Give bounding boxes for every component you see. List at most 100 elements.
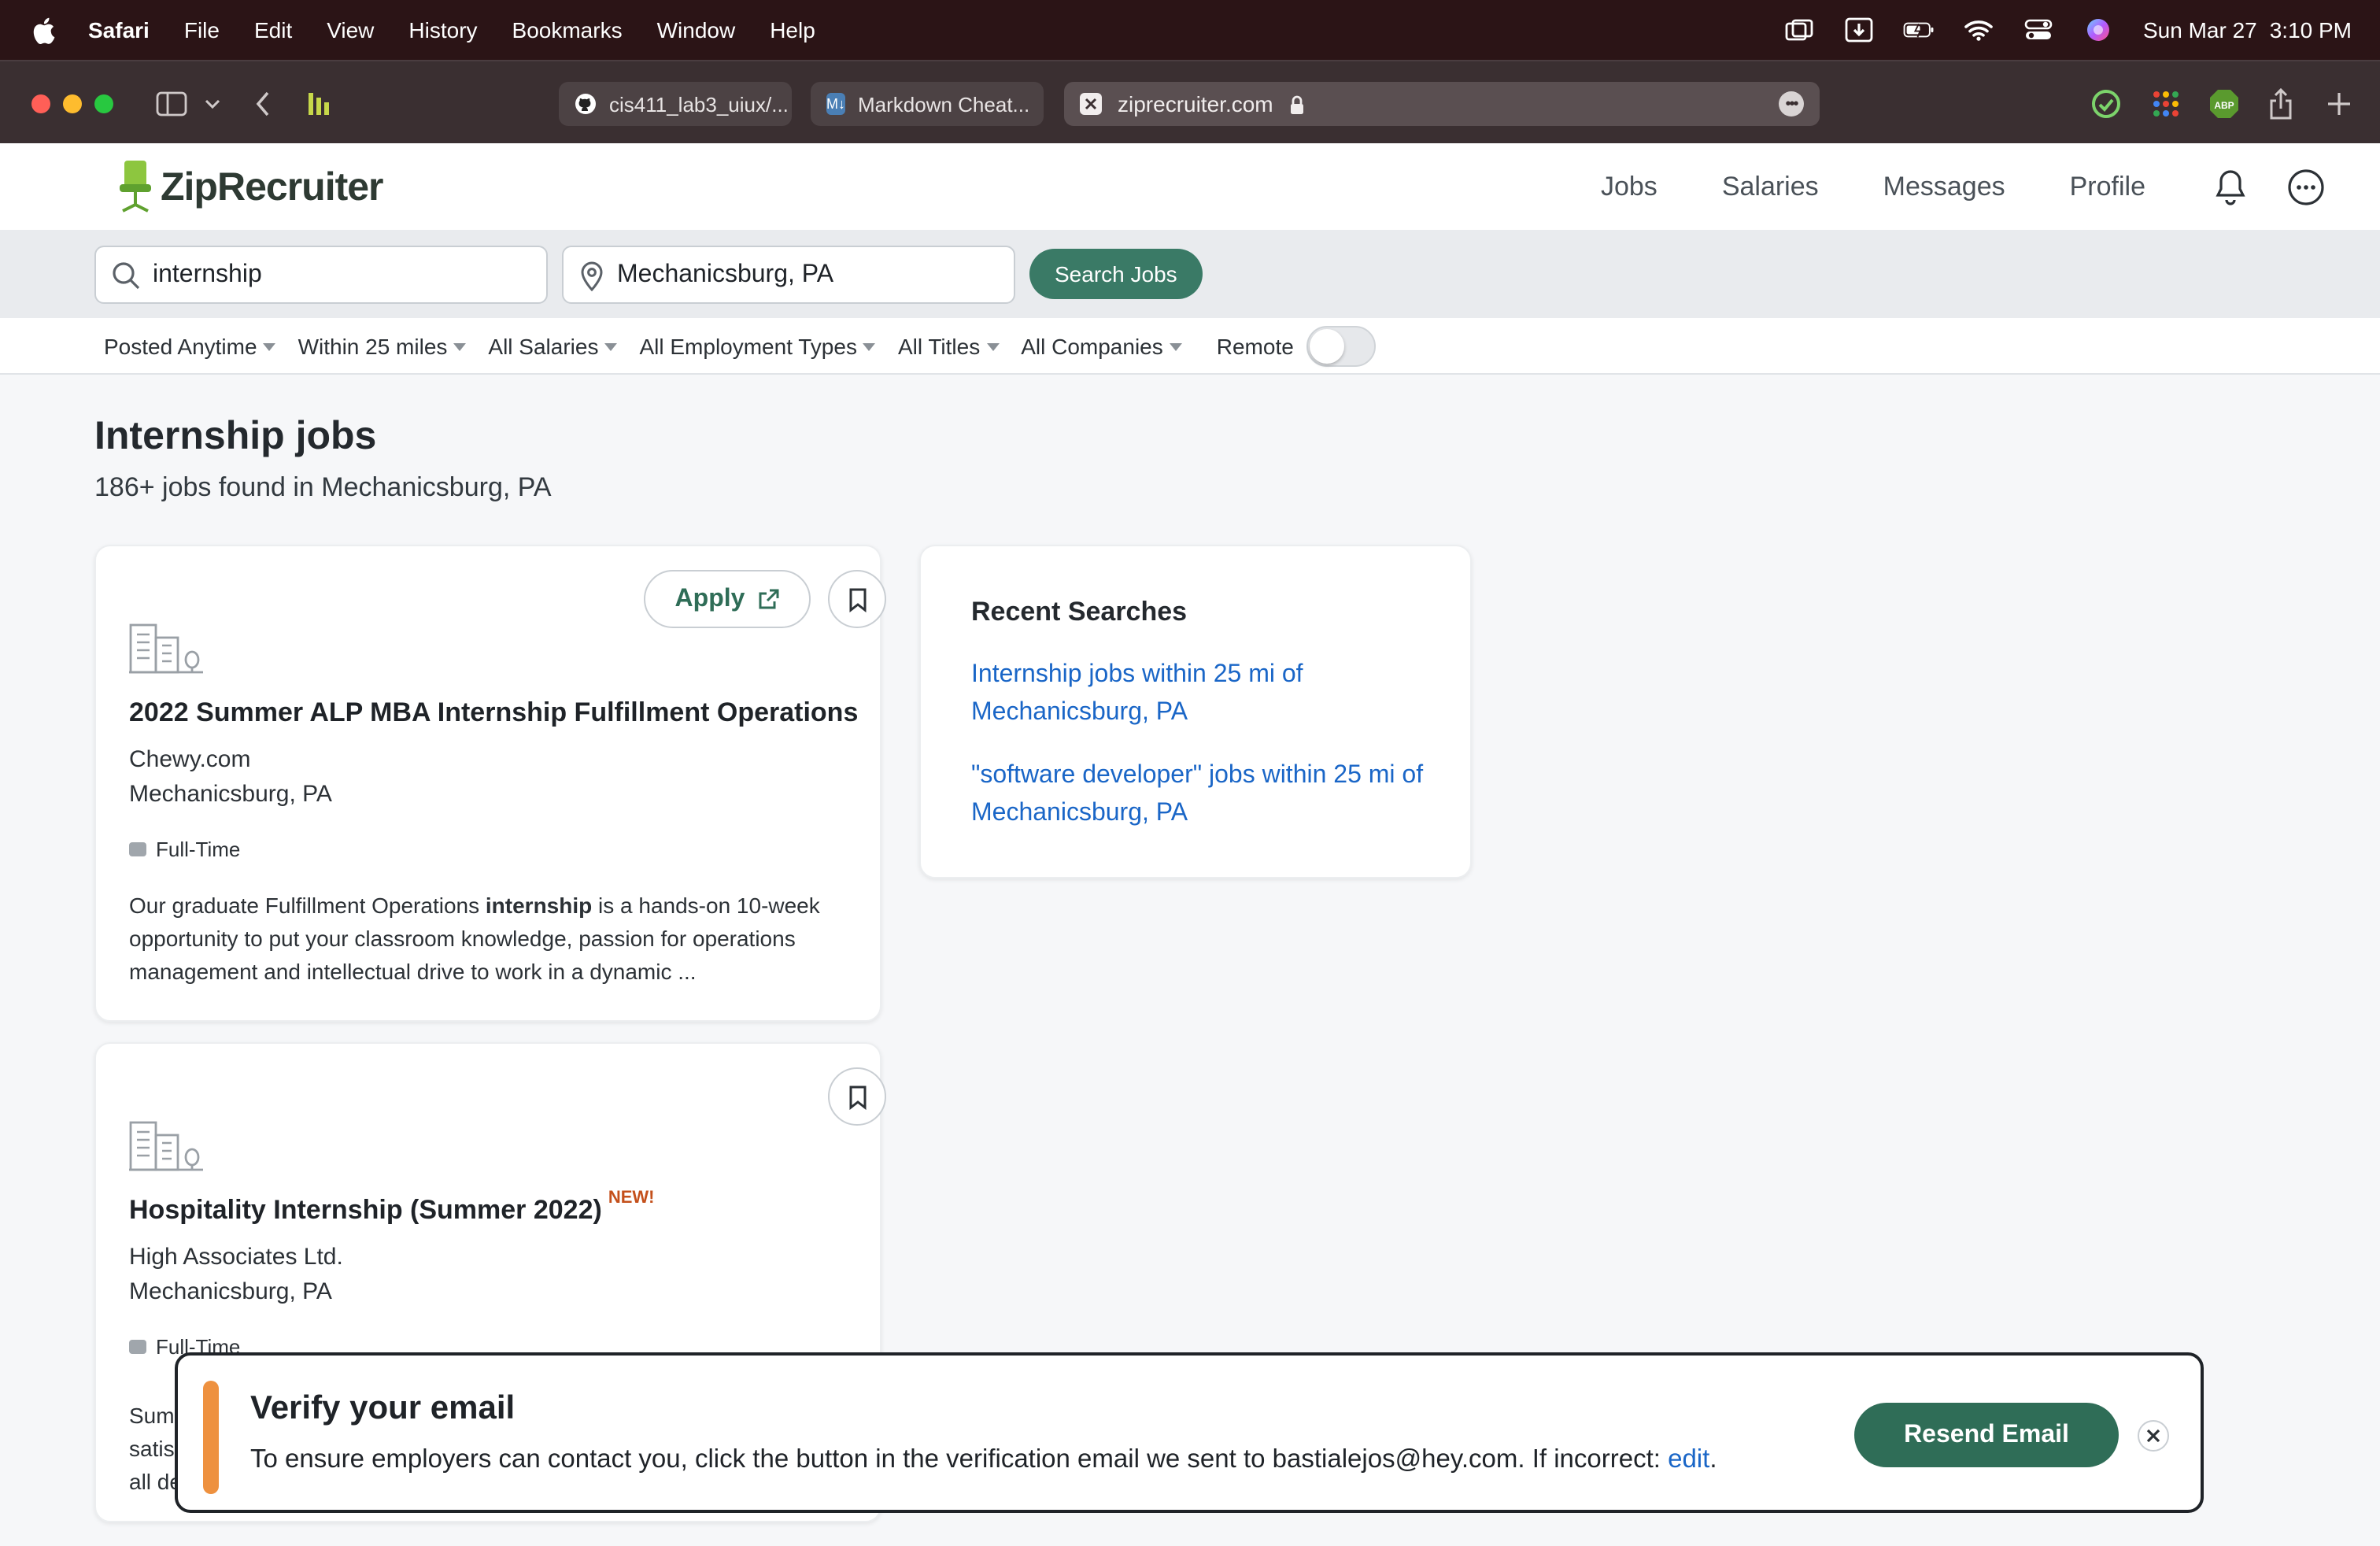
menu-window[interactable]: Window bbox=[657, 17, 736, 43]
back-icon[interactable] bbox=[246, 88, 280, 120]
location-input[interactable]: Mechanicsburg, PA bbox=[562, 246, 1015, 304]
company-name[interactable]: High Associates Ltd. bbox=[129, 1244, 343, 1270]
filter-salary[interactable]: All Salaries bbox=[488, 333, 618, 358]
tab-label: Markdown Cheat... bbox=[858, 92, 1030, 116]
window-controls bbox=[31, 94, 113, 113]
bookmark-icon bbox=[848, 1084, 867, 1109]
tab-markdown[interactable]: M↓ Markdown Cheat... bbox=[811, 82, 1044, 126]
recent-search-link[interactable]: "software developer" jobs within 25 mi o… bbox=[971, 757, 1443, 833]
adblock-plus-icon[interactable]: ABP bbox=[2207, 88, 2241, 120]
external-link-icon bbox=[757, 588, 779, 610]
nav-jobs[interactable]: Jobs bbox=[1601, 171, 1658, 202]
browser-toolbar: cis411_lab3_uiux/... M↓ Markdown Cheat..… bbox=[0, 60, 2380, 143]
location-value: Mechanicsburg, PA bbox=[617, 261, 834, 287]
remote-label: Remote bbox=[1216, 333, 1294, 358]
job-type: Full-Time bbox=[129, 838, 240, 861]
menu-history[interactable]: History bbox=[408, 17, 477, 43]
filter-posted[interactable]: Posted Anytime bbox=[104, 333, 276, 358]
remote-toggle[interactable] bbox=[1306, 325, 1376, 366]
keyword-input[interactable]: internship bbox=[94, 246, 548, 304]
job-location: Mechanicsburg, PA bbox=[129, 1278, 332, 1305]
menu-file[interactable]: File bbox=[184, 17, 220, 43]
logo-text: ZipRecruiter bbox=[161, 165, 384, 209]
menu-bookmarks[interactable]: Bookmarks bbox=[512, 17, 623, 43]
menu-safari[interactable]: Safari bbox=[88, 17, 150, 43]
verify-email-banner: Verify your email To ensure employers ca… bbox=[175, 1352, 2204, 1513]
apply-label: Apply bbox=[674, 585, 745, 612]
save-job-button[interactable] bbox=[828, 1067, 886, 1126]
wifi-icon[interactable] bbox=[1964, 17, 1995, 43]
filter-employment-type[interactable]: All Employment Types bbox=[639, 333, 876, 358]
github-icon bbox=[575, 93, 597, 115]
tab-github[interactable]: cis411_lab3_uiux/... bbox=[559, 82, 792, 126]
nav-profile[interactable]: Profile bbox=[2070, 171, 2145, 202]
menubar-date[interactable]: Sun Mar 27 bbox=[2143, 17, 2257, 43]
menu-view[interactable]: View bbox=[327, 17, 374, 43]
apply-button[interactable]: Apply bbox=[644, 570, 811, 628]
resend-email-button[interactable]: Resend Email bbox=[1854, 1403, 2119, 1467]
recent-searches-title: Recent Searches bbox=[971, 597, 1188, 627]
address-bar[interactable]: ziprecruiter.com ••• bbox=[1064, 82, 1820, 126]
job-title[interactable]: 2022 Summer ALP MBA Internship Fulfillme… bbox=[129, 697, 858, 729]
caret-down-icon bbox=[453, 342, 467, 350]
lock-icon bbox=[1289, 94, 1305, 114]
close-banner-button[interactable] bbox=[2138, 1420, 2169, 1452]
job-title-row[interactable]: Hospitality Internship (Summer 2022) NEW! bbox=[129, 1189, 654, 1226]
location-pin-icon bbox=[579, 259, 604, 290]
new-tab-icon[interactable] bbox=[2322, 88, 2356, 120]
apps-grid-icon[interactable] bbox=[2149, 88, 2183, 120]
menubar-time[interactable]: 3:10 PM bbox=[2270, 17, 2352, 43]
company-name[interactable]: Chewy.com bbox=[129, 746, 251, 773]
job-snippet: Our graduate Fulfillment Operations inte… bbox=[129, 890, 853, 989]
nav-messages[interactable]: Messages bbox=[1883, 171, 2005, 202]
extension-icon[interactable] bbox=[301, 88, 335, 120]
edit-email-link[interactable]: edit bbox=[1668, 1445, 1709, 1474]
save-job-button[interactable] bbox=[828, 570, 886, 628]
share-icon[interactable] bbox=[2264, 88, 2298, 120]
screen-mirroring-icon[interactable] bbox=[1784, 17, 1816, 43]
briefcase-icon bbox=[129, 842, 146, 856]
job-type-label: Full-Time bbox=[156, 838, 241, 861]
minimize-window-button[interactable] bbox=[63, 94, 82, 113]
bell-icon[interactable] bbox=[2210, 166, 2251, 207]
control-center-icon[interactable] bbox=[2023, 17, 2055, 43]
more-options-icon[interactable]: ••• bbox=[1779, 91, 1804, 117]
toggle-knob bbox=[1309, 328, 1344, 363]
recent-search-link[interactable]: Internship jobs within 25 mi of Mechanic… bbox=[971, 656, 1443, 732]
close-window-button[interactable] bbox=[31, 94, 50, 113]
caret-down-icon bbox=[986, 342, 1000, 350]
job-card[interactable]: Apply 2022 Summer ALP MBA Internship Ful… bbox=[94, 545, 886, 1022]
menu-edit[interactable]: Edit bbox=[254, 17, 292, 43]
banner-accent bbox=[203, 1381, 219, 1494]
keyword-value: internship bbox=[153, 261, 262, 287]
url-text: ziprecruiter.com bbox=[1118, 91, 1273, 117]
nav-salaries[interactable]: Salaries bbox=[1722, 171, 1819, 202]
sidebar-toggle-icon[interactable] bbox=[154, 88, 189, 120]
filter-label: Within 25 miles bbox=[298, 333, 448, 358]
search-jobs-button[interactable]: Search Jobs bbox=[1029, 249, 1203, 299]
results-count: 186+ jobs found in Mechanicsburg, PA bbox=[94, 472, 552, 502]
menu-help[interactable]: Help bbox=[770, 17, 815, 43]
ziprecruiter-logo[interactable]: ZipRecruiter bbox=[116, 159, 384, 216]
apple-icon[interactable] bbox=[31, 17, 60, 43]
filter-distance[interactable]: Within 25 miles bbox=[298, 333, 467, 358]
filter-titles[interactable]: All Titles bbox=[898, 333, 1000, 358]
job-title[interactable]: Hospitality Internship (Summer 2022) bbox=[129, 1195, 602, 1225]
markdown-icon: M↓ bbox=[826, 93, 845, 115]
battery-icon[interactable] bbox=[1904, 17, 1935, 43]
banner-title: Verify your email bbox=[250, 1390, 516, 1426]
company-building-icon bbox=[129, 623, 203, 674]
filter-companies[interactable]: All Companies bbox=[1021, 333, 1182, 358]
filter-label: All Employment Types bbox=[639, 333, 857, 358]
zoom-window-button[interactable] bbox=[94, 94, 113, 113]
chair-logo-icon bbox=[120, 161, 151, 213]
filter-label: All Salaries bbox=[488, 333, 599, 358]
banner-text: To ensure employers can contact you, cli… bbox=[250, 1445, 1669, 1474]
chevron-down-icon[interactable] bbox=[201, 88, 224, 120]
grammarly-icon[interactable] bbox=[2089, 88, 2123, 120]
siri-icon[interactable] bbox=[2083, 17, 2115, 43]
main-nav: Jobs Salaries Messages Profile bbox=[1601, 143, 2380, 230]
download-icon[interactable] bbox=[1844, 17, 1876, 43]
caret-down-icon bbox=[1169, 342, 1182, 350]
more-menu-icon[interactable] bbox=[2286, 166, 2326, 207]
